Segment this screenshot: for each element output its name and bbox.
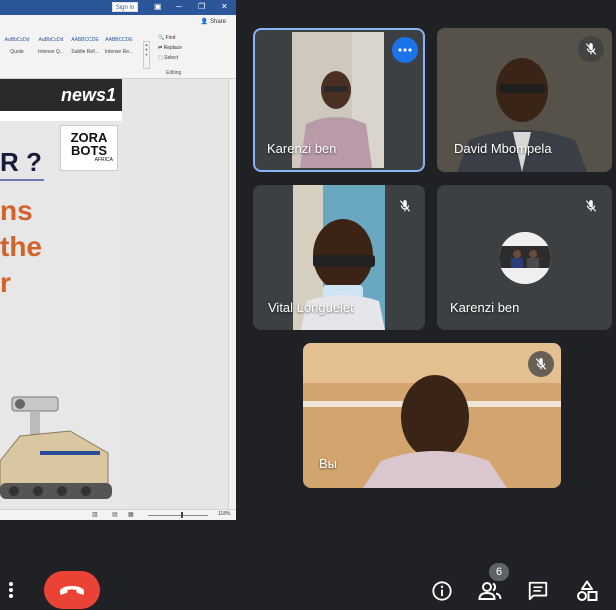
robot-image bbox=[0, 396, 112, 499]
style-subtle-reference[interactable]: AABBCCDE Subtle Ref... bbox=[68, 37, 102, 71]
people-button[interactable] bbox=[477, 579, 503, 603]
participant-name: Vital Longuelet bbox=[268, 300, 354, 315]
web-layout-icon[interactable]: ▦ bbox=[128, 511, 134, 518]
vertical-scrollbar[interactable] bbox=[228, 79, 236, 509]
style-sample: AABBCCDE bbox=[71, 37, 99, 43]
slide-orange-line: ns bbox=[0, 195, 33, 226]
style-name: Subtle Ref... bbox=[71, 49, 99, 55]
news-banner: news1 bbox=[0, 79, 122, 111]
news-logo: news1 bbox=[60, 85, 116, 105]
word-status-bar: ▥ ▤ ▦ 118% bbox=[0, 509, 236, 520]
more-options-button[interactable] bbox=[0, 578, 22, 602]
page-margin bbox=[122, 79, 228, 509]
style-sample: AaBbCcDd bbox=[38, 37, 64, 43]
share-button[interactable]: 👤 Share bbox=[201, 18, 226, 25]
close-icon[interactable]: ✕ bbox=[221, 1, 228, 13]
more-vert-icon bbox=[9, 582, 13, 598]
participant-name: Karenzi ben bbox=[267, 141, 337, 156]
self-view-tile[interactable]: Вы bbox=[303, 343, 561, 488]
participant-count-badge: 6 bbox=[489, 563, 509, 581]
word-title-bar: Sign in ▣ ─ ❐ ✕ bbox=[0, 0, 236, 15]
participant-video bbox=[303, 343, 561, 488]
style-intense-quote[interactable]: AaBbCcDd Intense Q... bbox=[34, 37, 68, 71]
mic-off-icon bbox=[535, 358, 547, 370]
zoom-slider[interactable] bbox=[148, 515, 208, 516]
document-page: news1 R ? ns the r ZORA BOTS AFRICA bbox=[0, 79, 122, 509]
zora-bots-logo: ZORA BOTS AFRICA bbox=[60, 125, 118, 171]
print-layout-icon[interactable]: ▤ bbox=[112, 511, 118, 518]
embedded-slide: R ? ns the r ZORA BOTS AFRICA bbox=[0, 121, 122, 509]
activities-button[interactable] bbox=[574, 578, 600, 604]
style-name: Quote bbox=[10, 49, 24, 55]
editing-group-label: Editing bbox=[166, 70, 182, 76]
participant-tile[interactable]: David Mbompela bbox=[437, 28, 612, 172]
restore-icon[interactable]: ❐ bbox=[198, 1, 205, 13]
editing-group: 🔍 Find ⇄ Replace ⬚ Select bbox=[158, 33, 203, 63]
styles-gallery: AaBbCcDd Quote AaBbCcDd Intense Q... AAB… bbox=[0, 37, 150, 71]
style-sample: AaBbCcDd bbox=[4, 37, 30, 43]
read-mode-icon[interactable]: ▥ bbox=[92, 511, 98, 518]
activities-icon bbox=[577, 580, 598, 601]
replace-button[interactable]: ⇄ Replace bbox=[158, 43, 203, 53]
zoom-level[interactable]: 118% bbox=[218, 511, 230, 517]
avatar-photo bbox=[499, 232, 551, 284]
slide-orange-line: r bbox=[0, 267, 11, 298]
chat-icon bbox=[528, 581, 548, 601]
select-label: Select bbox=[164, 55, 179, 61]
replace-label: Replace bbox=[163, 45, 182, 51]
participant-tile[interactable]: Vital Longuelet bbox=[253, 185, 425, 330]
slide-title-underline bbox=[0, 179, 44, 181]
mic-muted-indicator bbox=[578, 36, 604, 62]
select-icon: ⬚ bbox=[158, 55, 163, 61]
style-quote[interactable]: AaBbCcDd Quote bbox=[0, 37, 34, 71]
ribbon-display-icon[interactable]: ▣ bbox=[154, 1, 162, 13]
participant-tile[interactable]: Karenzi ben bbox=[253, 28, 425, 172]
find-button[interactable]: 🔍 Find bbox=[158, 33, 203, 43]
mic-off-icon bbox=[399, 200, 411, 212]
more-options-icon bbox=[398, 48, 412, 52]
style-name: Intense Re... bbox=[104, 49, 134, 55]
shared-screen-word: Sign in ▣ ─ ❐ ✕ 👤 Share AaBbCcDd Quote A… bbox=[0, 0, 236, 520]
people-icon bbox=[478, 582, 502, 600]
style-sample: AABBCCDE bbox=[105, 37, 133, 43]
zora-logo-text: ZORA BOTS bbox=[70, 130, 108, 158]
slide-orange-line: the bbox=[0, 231, 42, 262]
more-options-button[interactable] bbox=[392, 37, 418, 63]
replace-icon: ⇄ bbox=[158, 45, 163, 51]
zoom-slider-thumb[interactable] bbox=[181, 512, 183, 518]
styles-more-icon[interactable]: ▲ ▼ ▾ bbox=[143, 41, 150, 69]
call-end-icon bbox=[60, 586, 84, 595]
avatar bbox=[499, 232, 551, 284]
meeting-details-button[interactable] bbox=[430, 579, 454, 603]
share-label: Share bbox=[209, 19, 226, 25]
participant-tile[interactable]: Karenzi ben bbox=[437, 185, 612, 330]
style-intense-reference[interactable]: AABBCCDE Intense Re... bbox=[102, 37, 136, 71]
end-call-button[interactable] bbox=[44, 571, 100, 609]
mic-muted-indicator bbox=[578, 193, 604, 219]
info-icon bbox=[432, 581, 452, 601]
word-ribbon: 👤 Share AaBbCcDd Quote AaBbCcDd Intense … bbox=[0, 15, 236, 79]
mic-off-icon bbox=[585, 43, 597, 55]
mic-off-icon bbox=[585, 200, 597, 212]
participant-name: Karenzi ben bbox=[450, 300, 520, 315]
find-label: Find bbox=[165, 35, 176, 41]
mic-muted-indicator bbox=[392, 193, 418, 219]
chat-button[interactable] bbox=[526, 579, 550, 603]
minimize-icon[interactable]: ─ bbox=[176, 1, 182, 13]
participant-name: David Mbompela bbox=[454, 141, 552, 156]
sign-in-button[interactable]: Sign in bbox=[112, 2, 138, 12]
find-icon: 🔍 bbox=[158, 35, 165, 41]
share-person-icon: 👤 bbox=[200, 19, 209, 25]
style-name: Intense Q... bbox=[38, 49, 64, 55]
slide-title-fragment: R ? bbox=[0, 147, 42, 177]
select-button[interactable]: ⬚ Select bbox=[158, 53, 203, 63]
participant-name: Вы bbox=[319, 456, 338, 471]
mic-muted-indicator bbox=[528, 351, 554, 377]
